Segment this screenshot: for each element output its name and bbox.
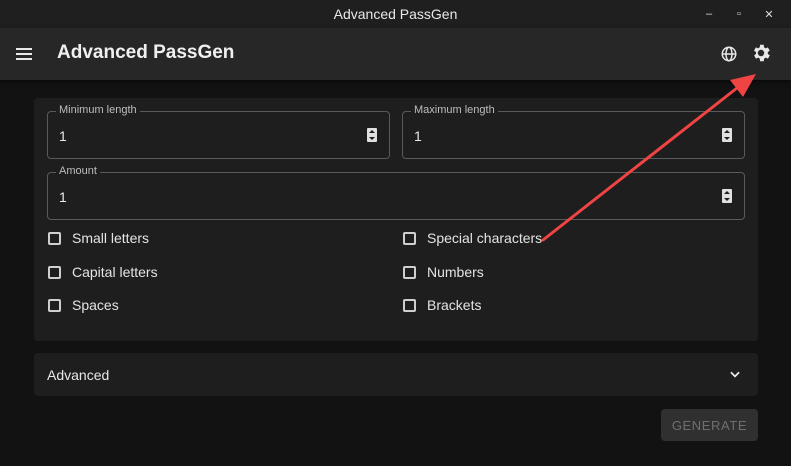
chevron-down-icon[interactable] xyxy=(728,367,742,386)
checkbox-box[interactable] xyxy=(48,265,61,279)
window-title: Advanced PassGen xyxy=(333,6,458,22)
amount-stepper[interactable] xyxy=(722,189,732,203)
maximize-button[interactable]: ▫ xyxy=(731,6,747,22)
max-length-value[interactable]: 1 xyxy=(414,128,422,144)
gear-icon[interactable] xyxy=(749,41,773,65)
capital-letters-checkbox[interactable]: Capital letters xyxy=(48,264,158,280)
settings-card: Minimum length 1 Maximum length 1 Amount… xyxy=(34,98,758,341)
spaces-checkbox[interactable]: Spaces xyxy=(48,297,119,313)
window-controls: – ▫ ✕ xyxy=(701,0,777,28)
brackets-checkbox[interactable]: Brackets xyxy=(403,297,481,313)
amount-label: Amount xyxy=(56,165,100,177)
max-length-label: Maximum length xyxy=(411,104,498,116)
checkbox-box[interactable] xyxy=(403,231,416,245)
max-length-field[interactable]: Maximum length 1 xyxy=(402,104,745,159)
min-length-field[interactable]: Minimum length 1 xyxy=(47,104,390,159)
generate-button[interactable]: GENERATE xyxy=(661,409,758,441)
window-titlebar: Advanced PassGen – ▫ ✕ xyxy=(0,0,791,28)
max-length-stepper[interactable] xyxy=(722,128,732,142)
min-length-stepper[interactable] xyxy=(367,128,377,142)
min-length-value[interactable]: 1 xyxy=(59,128,67,144)
checkbox-box[interactable] xyxy=(403,265,416,279)
close-button[interactable]: ✕ xyxy=(761,6,777,22)
checkbox-box[interactable] xyxy=(48,231,61,245)
spaces-label: Spaces xyxy=(72,297,119,313)
small-letters-label: Small letters xyxy=(72,230,150,246)
amount-value[interactable]: 1 xyxy=(59,189,67,205)
min-length-label: Minimum length xyxy=(56,104,140,116)
globe-icon[interactable] xyxy=(717,42,741,66)
app-title: Advanced PassGen xyxy=(57,42,235,63)
capital-letters-label: Capital letters xyxy=(72,264,158,280)
small-letters-checkbox[interactable]: Small letters xyxy=(48,230,149,246)
amount-field[interactable]: Amount 1 xyxy=(47,165,745,220)
checkbox-box[interactable] xyxy=(48,298,61,312)
advanced-label: Advanced xyxy=(47,367,110,383)
checkbox-box[interactable] xyxy=(403,298,416,312)
special-characters-checkbox[interactable]: Special characters xyxy=(403,230,542,246)
numbers-label: Numbers xyxy=(427,264,484,280)
menu-icon[interactable] xyxy=(16,44,36,64)
special-characters-label: Special characters xyxy=(427,230,543,246)
advanced-expander[interactable]: Advanced xyxy=(34,353,758,396)
minimize-button[interactable]: – xyxy=(701,6,717,22)
numbers-checkbox[interactable]: Numbers xyxy=(403,264,484,280)
app-bar: Advanced PassGen xyxy=(0,28,791,80)
brackets-label: Brackets xyxy=(427,297,482,313)
